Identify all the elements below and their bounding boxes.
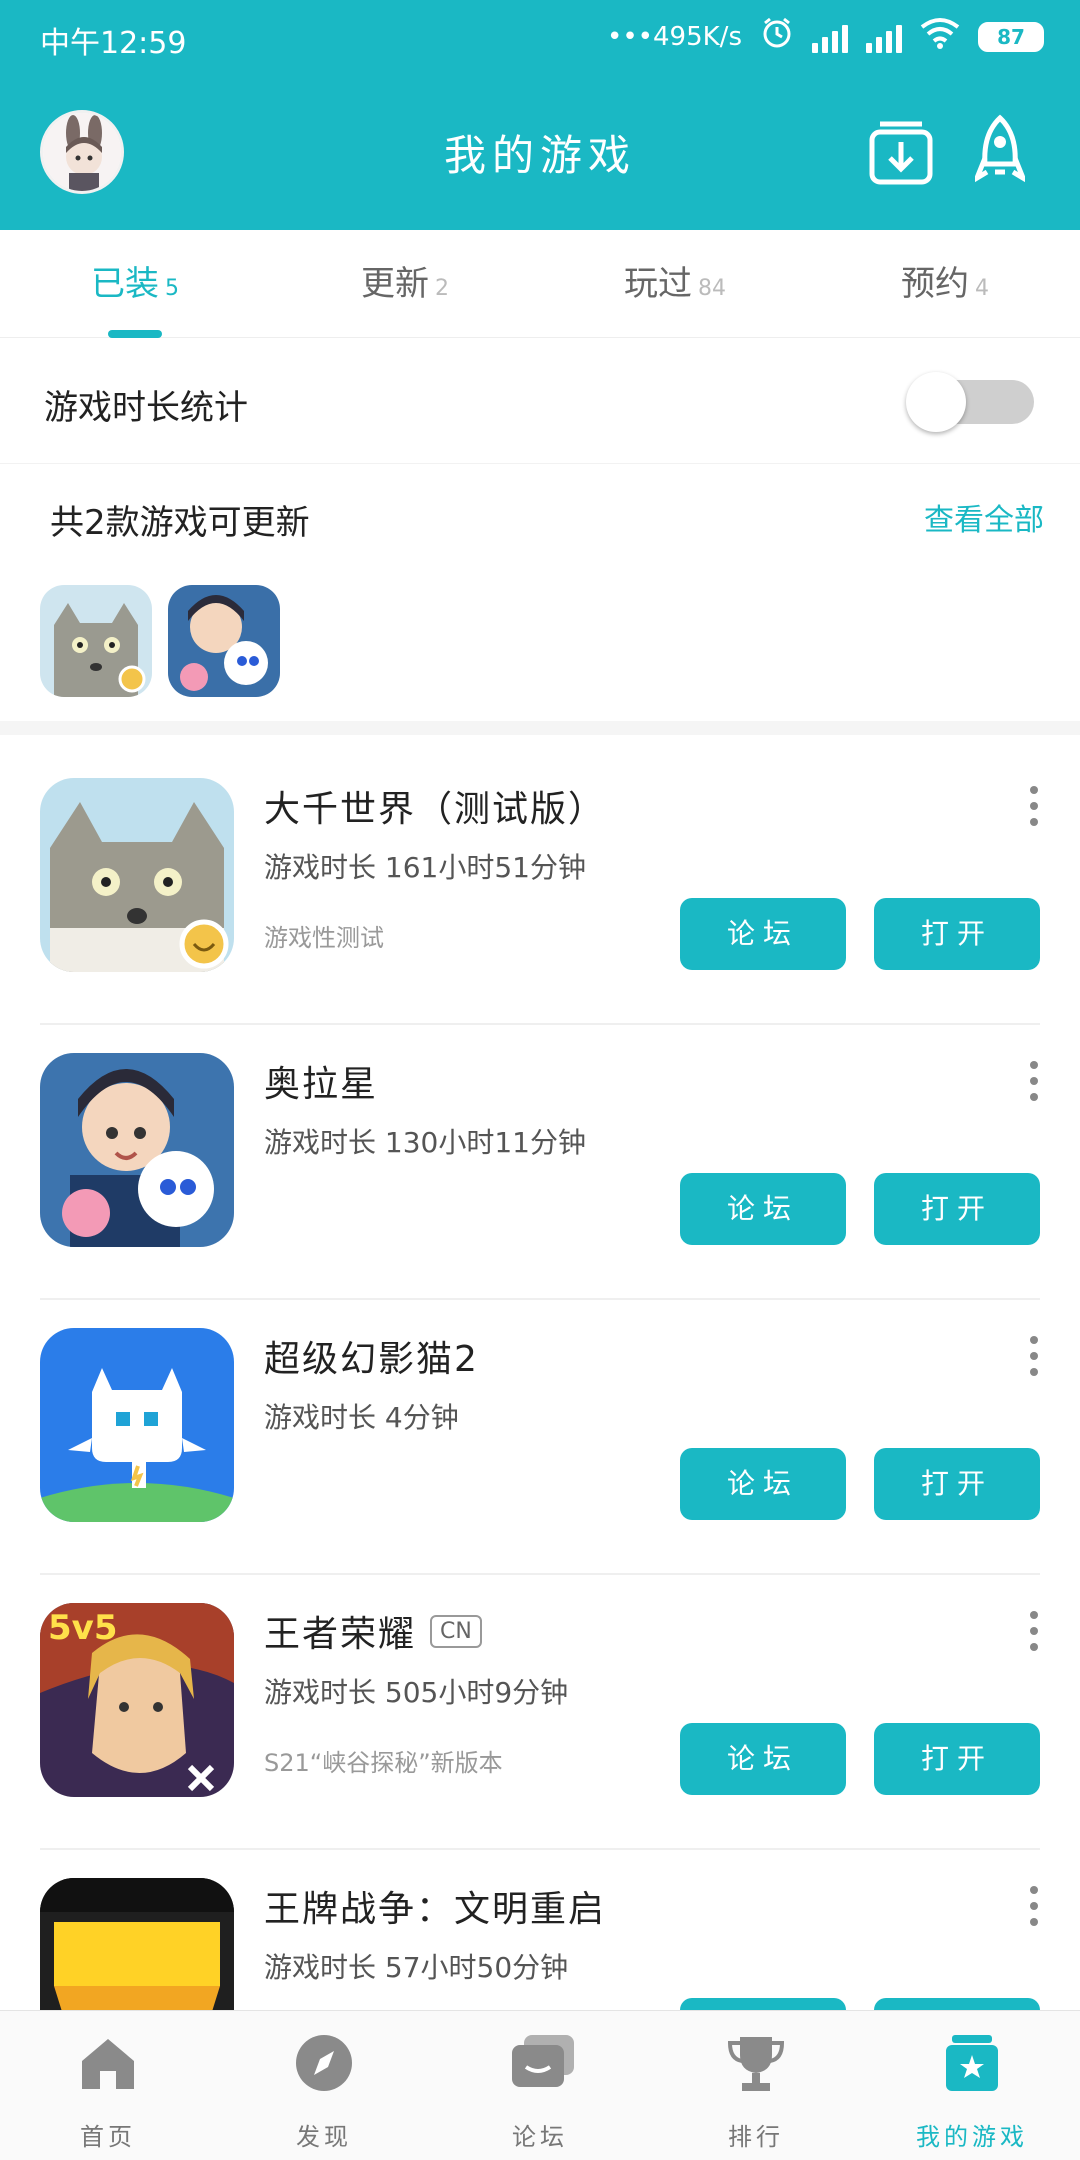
home-icon [78, 2033, 138, 2093]
cell-signal-2-icon [866, 21, 902, 53]
my-games-icon [942, 2033, 1002, 2093]
title-bar: 我的游戏 [0, 96, 1080, 216]
svg-text:5v5: 5v5 [48, 1608, 117, 1648]
nav-ranking[interactable]: 排行 [648, 2011, 864, 2160]
forum-button[interactable]: 论坛 [680, 1723, 846, 1795]
nav-my-games[interactable]: 我的游戏 [864, 2011, 1080, 2160]
tab-count: 4 [975, 276, 989, 301]
trophy-icon [726, 2033, 786, 2093]
updates-title: 共2款游戏可更新 [50, 503, 310, 543]
tab-count: 5 [165, 276, 179, 301]
tab-played[interactable]: 玩过 84 [540, 230, 810, 338]
game-title: 大千世界（测试版） [264, 780, 606, 832]
nav-label: 首页 [80, 2123, 136, 2151]
tab-count: 84 [698, 276, 726, 301]
playtime-stats-row: 游戏时长统计 [0, 338, 1080, 464]
game-name: 大千世界（测试版） [264, 789, 607, 830]
game-name: 奥拉星 [264, 1064, 379, 1105]
bottom-navigation: 首页 发现 论坛 排行 我的游戏 [0, 2010, 1080, 2160]
region-badge: CN [430, 1614, 482, 1648]
download-manager-icon[interactable] [866, 114, 936, 194]
forum-button[interactable]: 论坛 [680, 1173, 846, 1245]
playtime-stats-label: 游戏时长统计 [44, 388, 248, 428]
phantom-cat-icon [40, 1328, 234, 1522]
tab-label: 预约 [901, 264, 969, 304]
open-button[interactable]: 打开 [874, 898, 1040, 970]
game-list-item[interactable]: 大千世界（测试版） 游戏时长 161小时51分钟 游戏性测试 论坛 打开 [0, 750, 1080, 1025]
network-speed: •••495K/s [607, 21, 742, 52]
game-playtime: 游戏时长 57小时50分钟 [264, 1951, 569, 1984]
forum-button[interactable]: 论坛 [680, 1448, 846, 1520]
aola-game-icon[interactable] [168, 585, 280, 697]
tab-installed[interactable]: 已装 5 [0, 230, 270, 338]
forum-icon [510, 2033, 574, 2093]
cell-signal-icon [812, 21, 848, 53]
tab-label: 已装 [91, 264, 159, 304]
cat-game-icon [40, 778, 234, 972]
wifi-icon [920, 17, 960, 56]
game-description: 游戏性测试 [264, 924, 384, 952]
game-list-item[interactable]: 5v5 王者荣耀 CN 游戏时长 505小时9分钟 S21“峡谷探秘”新版本 论坛… [0, 1575, 1080, 1850]
open-button[interactable]: 打开 [874, 1723, 1040, 1795]
game-playtime: 游戏时长 505小时9分钟 [264, 1676, 569, 1709]
game-title: 王者荣耀 CN [264, 1605, 482, 1657]
tab-label: 更新 [361, 264, 429, 304]
more-options-icon[interactable] [1026, 786, 1042, 836]
active-tab-indicator [108, 330, 162, 338]
game-playtime: 游戏时长 161小时51分钟 [264, 851, 586, 884]
rocket-icon[interactable] [971, 114, 1045, 194]
game-description: S21“峡谷探秘”新版本 [264, 1749, 503, 1777]
game-title: 奥拉星 [264, 1055, 378, 1107]
game-title: 王牌战争：文明重启 [264, 1880, 606, 1932]
nav-home[interactable]: 首页 [0, 2011, 216, 2160]
more-options-icon[interactable] [1026, 1611, 1042, 1661]
updates-section: 共2款游戏可更新 查看全部 [0, 465, 1080, 735]
status-time: 中午12:59 [40, 26, 187, 61]
nav-label: 发现 [296, 2123, 352, 2151]
game-playtime: 游戏时长 4分钟 [264, 1401, 459, 1434]
game-title: 超级幻影猫2 [264, 1330, 479, 1382]
status-bar: 中午12:59 •••495K/s 87 [0, 0, 1080, 76]
tab-label: 玩过 [624, 264, 692, 304]
tab-count: 2 [435, 276, 449, 301]
status-indicators: •••495K/s 87 [607, 16, 1044, 57]
nav-forum[interactable]: 论坛 [432, 2011, 648, 2160]
nav-label: 论坛 [512, 2123, 568, 2151]
forum-button[interactable]: 论坛 [680, 898, 846, 970]
open-button[interactable]: 打开 [874, 1173, 1040, 1245]
cat-game-icon[interactable] [40, 585, 152, 697]
update-icons [40, 585, 280, 697]
game-playtime: 游戏时长 130小时11分钟 [264, 1126, 586, 1159]
more-options-icon[interactable] [1026, 1886, 1042, 1936]
aola-game-icon [40, 1053, 234, 1247]
toggle-knob [906, 372, 966, 432]
nav-label: 排行 [728, 2123, 784, 2151]
nav-discover[interactable]: 发现 [216, 2011, 432, 2160]
game-list-item[interactable]: 奥拉星 游戏时长 130小时11分钟 论坛 打开 [0, 1025, 1080, 1300]
game-name: 超级幻影猫2 [264, 1339, 479, 1380]
view-all-link[interactable]: 查看全部 [924, 495, 1044, 539]
more-options-icon[interactable] [1026, 1061, 1042, 1111]
more-options-icon[interactable] [1026, 1336, 1042, 1386]
honor-of-kings-icon: 5v5 [40, 1603, 234, 1797]
nav-label: 我的游戏 [916, 2123, 1028, 2151]
tab-reserved[interactable]: 预约 4 [810, 230, 1080, 338]
alarm-icon [760, 16, 794, 57]
app-header: 中午12:59 •••495K/s 87 我的游戏 [0, 0, 1080, 230]
open-button[interactable]: 打开 [874, 1448, 1040, 1520]
tab-updates[interactable]: 更新 2 [270, 230, 540, 338]
game-list-item[interactable]: 超级幻影猫2 游戏时长 4分钟 论坛 打开 [0, 1300, 1080, 1575]
game-name: 王者荣耀 [264, 1614, 417, 1655]
battery-indicator: 87 [978, 21, 1044, 52]
playtime-stats-toggle[interactable] [906, 372, 1034, 432]
compass-icon [294, 2033, 354, 2093]
tab-bar: 已装 5 更新 2 玩过 84 预约 4 [0, 230, 1080, 338]
game-name: 王牌战争：文明重启 [264, 1889, 607, 1930]
